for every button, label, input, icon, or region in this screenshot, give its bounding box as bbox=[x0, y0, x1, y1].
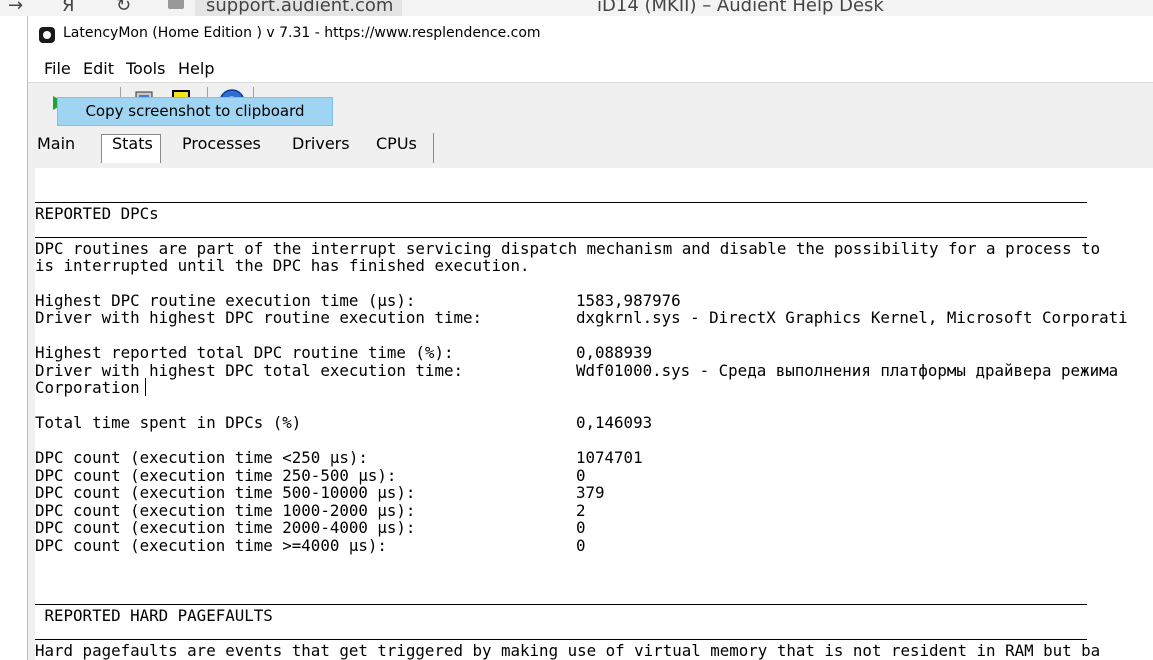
stat-value: 0,088939 bbox=[576, 343, 653, 362]
stat-label: Driver with highest DPC routine executio… bbox=[35, 308, 482, 327]
browser-tab-title: iD14 (MKII) – Audient Help Desk bbox=[597, 0, 884, 16]
stat-label: Total time spent in DPCs (%) bbox=[35, 413, 302, 432]
stat-value: 379 bbox=[576, 483, 605, 502]
reload-icon[interactable]: ↻ bbox=[116, 0, 131, 16]
yandex-icon[interactable]: Я bbox=[62, 0, 75, 16]
stat-value: 0 bbox=[576, 536, 586, 555]
stat-label: DPC count (execution time 2000-4000 µs): bbox=[35, 518, 416, 537]
tab-divider bbox=[433, 133, 434, 163]
lock-icon bbox=[168, 0, 184, 9]
pagefault-description-line-1: Hard pagefaults are events that get trig… bbox=[35, 641, 1101, 660]
stat-label: Highest reported total DPC routine time … bbox=[35, 343, 454, 362]
divider-rule bbox=[35, 237, 1087, 238]
browser-bar: → Я ↻ support.audient.com iD14 (MKII) – … bbox=[0, 0, 1153, 16]
stat-label: DPC count (execution time 500-10000 µs): bbox=[35, 483, 416, 502]
menu-bar: File Edit Tools Help bbox=[28, 54, 1153, 83]
title-bar: LatencyMon (Home Edition ) v 7.31 - http… bbox=[28, 16, 1153, 54]
tab-main[interactable]: Main bbox=[37, 134, 75, 153]
copy-screenshot-tooltip: Copy screenshot to clipboard bbox=[57, 97, 333, 126]
menu-help[interactable]: Help bbox=[178, 59, 214, 78]
stat-value: dxgkrnl.sys - DirectX Graphics Kernel, M… bbox=[576, 308, 1128, 327]
tab-strip: Main Stats Processes Drivers CPUs bbox=[28, 121, 1153, 166]
page-background bbox=[0, 16, 27, 660]
pagefault-section-header: REPORTED HARD PAGEFAULTS bbox=[35, 606, 273, 625]
stats-report[interactable]: REPORTED DPCs DPC routines are part of t… bbox=[35, 168, 1153, 660]
tab-stats-label[interactable]: Stats bbox=[112, 134, 153, 153]
stat-value: Wdf01000.sys - Среда выполнения платформ… bbox=[576, 361, 1119, 380]
menu-tools[interactable]: Tools bbox=[126, 59, 165, 78]
address-url[interactable]: support.audient.com bbox=[206, 0, 393, 16]
stat-label: DPC count (execution time <250 µs): bbox=[35, 448, 368, 467]
tab-drivers[interactable]: Drivers bbox=[292, 134, 350, 153]
dpc-section-header: REPORTED DPCs bbox=[35, 204, 159, 223]
tab-cpus[interactable]: CPUs bbox=[376, 134, 417, 153]
divider-rule bbox=[35, 202, 1087, 203]
divider-rule bbox=[35, 604, 1087, 605]
back-arrow-icon[interactable]: → bbox=[8, 0, 23, 16]
stat-value: 1074701 bbox=[576, 448, 643, 467]
tab-processes[interactable]: Processes bbox=[182, 134, 261, 153]
window-title: LatencyMon (Home Edition ) v 7.31 - http… bbox=[63, 25, 541, 41]
divider-rule bbox=[35, 639, 1087, 640]
menu-file[interactable]: File bbox=[44, 59, 71, 78]
stat-value: 0,146093 bbox=[576, 413, 653, 432]
dpc-description-line-2: is interrupted until the DPC has finishe… bbox=[35, 256, 530, 275]
stat-label: DPC count (execution time >=4000 µs): bbox=[35, 536, 387, 555]
menu-edit[interactable]: Edit bbox=[83, 59, 114, 78]
text-cursor bbox=[145, 378, 146, 396]
latencymon-app-icon bbox=[39, 27, 55, 43]
stat-value: 0 bbox=[576, 518, 586, 537]
stat-label-continued: Corporation bbox=[35, 378, 140, 397]
